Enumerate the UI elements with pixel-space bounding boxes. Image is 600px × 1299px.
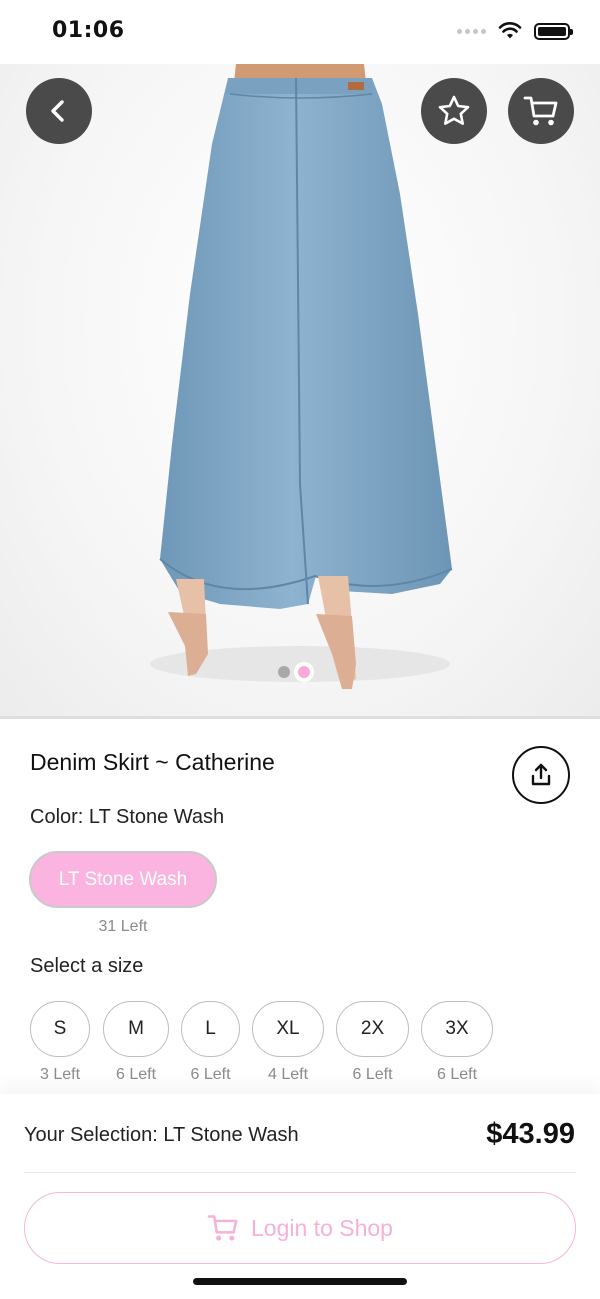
status-time: 01:06 — [52, 18, 125, 43]
divider — [0, 716, 600, 719]
signal-icon — [457, 28, 486, 34]
carousel-dot[interactable] — [278, 666, 290, 678]
color-row: Color: LT Stone Wash — [30, 806, 224, 829]
cart-button[interactable] — [508, 78, 574, 144]
star-icon — [438, 95, 470, 125]
size-stock: 6 Left — [190, 1066, 231, 1083]
share-button[interactable] — [512, 746, 570, 804]
chevron-left-icon — [51, 100, 64, 122]
product-image-carousel[interactable] — [0, 64, 600, 716]
home-indicator[interactable] — [193, 1278, 407, 1285]
color-option-lt-stone-wash[interactable]: LT Stone Wash — [29, 851, 217, 908]
size-stock: 6 Left — [115, 1066, 157, 1083]
size-option-2x[interactable]: 2X — [336, 1001, 409, 1057]
share-icon — [531, 763, 551, 786]
login-to-shop-button[interactable]: Login to Shop — [24, 1192, 576, 1264]
size-stock: 4 Left — [267, 1066, 309, 1083]
favorite-button[interactable] — [421, 78, 487, 144]
price: $43.99 — [486, 1118, 575, 1150]
selection-summary: Your Selection: LT Stone Wash — [24, 1124, 299, 1146]
size-option-xl[interactable]: XL — [252, 1001, 324, 1057]
status-icons — [457, 22, 573, 40]
wifi-icon — [498, 22, 522, 39]
back-button[interactable] — [26, 78, 92, 144]
color-label: Color: — [30, 806, 84, 828]
size-label: Select a size — [30, 955, 144, 977]
size-option-l[interactable]: L — [181, 1001, 240, 1057]
login-to-shop-label: Login to Shop — [251, 1214, 393, 1241]
carousel-dot-active[interactable] — [298, 666, 310, 678]
size-stock: 6 Left — [352, 1066, 393, 1083]
status-bar: 01:06 — [0, 0, 600, 64]
cart-icon — [207, 1215, 238, 1241]
size-stock: 3 Left — [39, 1066, 81, 1083]
battery-icon — [534, 22, 573, 40]
color-value: LT Stone Wash — [88, 806, 225, 828]
color-stock: 31 Left — [98, 918, 148, 935]
size-option-3x[interactable]: 3X — [421, 1001, 493, 1057]
selection-panel: Your Selection: LT Stone Wash $43.99 Log… — [0, 1094, 600, 1299]
divider — [24, 1172, 576, 1173]
cart-icon — [523, 96, 558, 126]
size-option-m[interactable]: M — [103, 1001, 169, 1057]
size-option-s[interactable]: S — [30, 1001, 90, 1057]
size-stock: 6 Left — [436, 1066, 478, 1083]
product-title: Denim Skirt ~ Catherine — [30, 749, 275, 775]
product-image — [150, 64, 453, 689]
carousel-dots — [278, 666, 310, 678]
